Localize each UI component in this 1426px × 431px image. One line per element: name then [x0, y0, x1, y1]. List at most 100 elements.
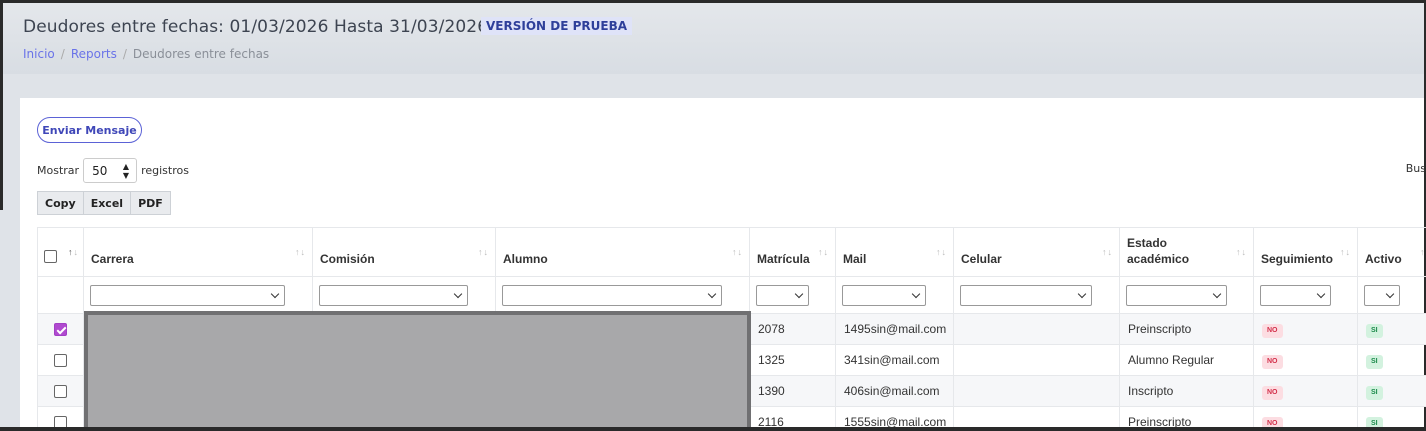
sort-icon: ↑↓ — [1102, 247, 1113, 257]
column-header-comision[interactable]: Comisión ↑↓ — [312, 227, 496, 277]
select-all-header: ↑↓ — [37, 227, 84, 277]
row-select-cell — [37, 313, 84, 345]
filter-cell — [1119, 276, 1254, 314]
send-message-button[interactable]: Enviar Mensaje — [37, 117, 142, 143]
export-buttons: Copy Excel PDF — [37, 191, 171, 215]
filter-cell — [312, 276, 496, 314]
breadcrumb-reports-link[interactable]: Reports — [71, 47, 117, 61]
select-all-checkbox[interactable] — [44, 250, 57, 264]
trial-version-badge: VERSIÓN DE PRUEBA — [481, 17, 632, 35]
chevron-down-icon — [1077, 289, 1087, 298]
page-length-control: Mostrar 50 ▲ ▼ registros — [37, 158, 189, 183]
chevron-down-icon — [794, 289, 804, 298]
filter-mail-select[interactable] — [842, 284, 926, 306]
celular-cell — [953, 313, 1120, 345]
chevron-down-icon — [270, 289, 280, 298]
row-checkbox[interactable] — [54, 385, 67, 399]
filter-row — [37, 276, 1426, 314]
chevron-down-icon — [1212, 289, 1222, 298]
status-badge: SI — [1366, 323, 1383, 338]
column-header-seguimiento[interactable]: Seguimiento ↑↓ — [1253, 227, 1358, 277]
estado-cell: Inscripto — [1119, 375, 1254, 407]
row-select-cell — [37, 375, 84, 407]
activo-cell: SI — [1357, 375, 1426, 407]
column-header-mail[interactable]: Mail ↑↓ — [835, 227, 954, 277]
chevron-down-icon — [453, 289, 463, 298]
filter-cell-empty — [37, 276, 84, 314]
chevron-down-icon — [1316, 289, 1326, 298]
filter-cell — [83, 276, 313, 314]
filter-comision-select[interactable] — [319, 284, 468, 306]
status-badge: SI — [1366, 354, 1383, 369]
breadcrumb-separator: / — [60, 47, 65, 61]
chevron-down-icon — [707, 289, 717, 298]
seguimiento-cell: NO — [1253, 344, 1358, 376]
up-down-arrows-icon: ▲ ▼ — [122, 161, 130, 180]
celular-cell — [953, 375, 1120, 407]
filter-alumno-select[interactable] — [502, 284, 722, 306]
activo-cell: SI — [1357, 313, 1426, 345]
column-header-activo[interactable]: Activo↑↓ — [1357, 227, 1426, 277]
filter-seguimiento-select[interactable] — [1260, 284, 1331, 306]
page-length-select[interactable]: 50 ▲ ▼ — [83, 158, 138, 183]
seguimiento-cell: NO — [1253, 313, 1358, 345]
row-checkbox-checked[interactable] — [54, 323, 67, 337]
breadcrumb-home-link[interactable]: Inicio — [23, 47, 55, 61]
copy-button[interactable]: Copy — [37, 191, 84, 215]
estado-cell: Alumno Regular — [1119, 344, 1254, 376]
matricula-cell: 1325 — [749, 344, 836, 376]
page-header: Deudores entre fechas: 01/03/2026 Hasta … — [3, 3, 1424, 74]
filter-carrera-select[interactable] — [90, 284, 285, 306]
mail-cell: 1495sin@mail.com — [835, 313, 954, 345]
column-header-estado-academico[interactable]: Estado académico ↑↓ — [1119, 227, 1254, 277]
matricula-cell: 2078 — [749, 313, 836, 345]
column-header-matricula[interactable]: Matrícula ↑↓ — [749, 227, 836, 277]
sort-icon: ↑↓ — [732, 247, 743, 257]
filter-cell — [495, 276, 750, 314]
celular-cell — [953, 344, 1120, 376]
filter-cell — [1253, 276, 1358, 314]
chevron-down-icon — [911, 289, 921, 298]
filter-celular-select[interactable] — [960, 284, 1092, 306]
breadcrumb: Inicio / Reports / Deudores entre fechas — [23, 47, 269, 61]
column-header-alumno[interactable]: Alumno ↑↓ — [495, 227, 750, 277]
filter-cell — [1357, 276, 1426, 314]
sort-icon: ↑↓ — [295, 247, 306, 257]
records-label: registros — [141, 164, 189, 177]
activo-cell: SI — [1357, 344, 1426, 376]
sort-icon: ↑↓ — [1340, 247, 1351, 257]
filter-matricula-select[interactable] — [756, 284, 809, 306]
status-badge: NO — [1262, 385, 1283, 400]
sort-icon: ↑↓ — [478, 247, 489, 257]
row-checkbox[interactable] — [54, 354, 67, 368]
redaction-overlay — [84, 311, 751, 431]
sort-icon: ↑↓ — [936, 247, 947, 257]
column-header-celular[interactable]: Celular ↑↓ — [953, 227, 1120, 277]
sort-icon: ↑↓ — [1236, 247, 1247, 257]
status-badge: SI — [1366, 385, 1383, 400]
breadcrumb-separator: / — [122, 47, 127, 61]
filter-activo-select[interactable] — [1364, 284, 1400, 306]
sort-icon: ↑↓ — [818, 247, 829, 257]
filter-cell — [953, 276, 1120, 314]
table-header-row: ↑↓ Carrera ↑↓ Comisión ↑↓ Alumno ↑↓ Matrícu… — [37, 227, 1426, 277]
mail-cell: 341sin@mail.com — [835, 344, 954, 376]
page-length-value: 50 — [92, 163, 108, 178]
excel-button[interactable]: Excel — [82, 191, 132, 215]
filter-cell — [749, 276, 836, 314]
pdf-button[interactable]: PDF — [130, 191, 171, 215]
page-title: Deudores entre fechas: 01/03/2026 Hasta … — [23, 17, 489, 37]
sort-icon: ↑↓ — [1420, 247, 1426, 257]
breadcrumb-current: Deudores entre fechas — [132, 47, 270, 61]
column-header-carrera[interactable]: Carrera ↑↓ — [83, 227, 313, 277]
estado-cell: Preinscripto — [1119, 313, 1254, 345]
window-bottom-border — [0, 427, 1426, 431]
filter-cell — [835, 276, 954, 314]
mail-cell: 406sin@mail.com — [835, 375, 954, 407]
sort-icon[interactable]: ↑↓ — [68, 244, 79, 260]
row-select-cell — [37, 344, 84, 376]
matricula-cell: 1390 — [749, 375, 836, 407]
chevron-down-icon — [1385, 289, 1395, 298]
filter-estado-select[interactable] — [1126, 284, 1227, 306]
show-label: Mostrar — [37, 164, 80, 177]
